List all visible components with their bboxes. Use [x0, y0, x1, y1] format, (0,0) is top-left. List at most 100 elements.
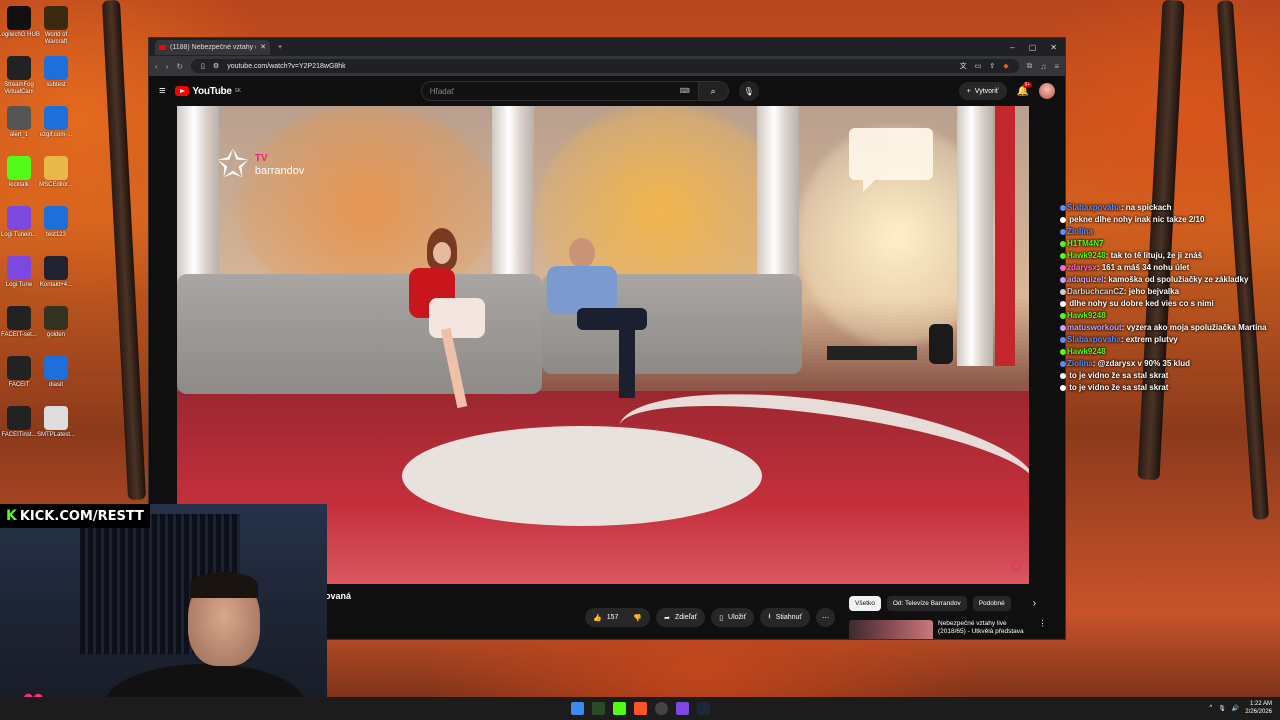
search-button[interactable]: ⌕ — [698, 81, 729, 101]
url-field[interactable]: ▯ ⚙ youtube.com/watch?v=Y2P218wG8hk 文 ▭ … — [191, 59, 1019, 73]
chip-channel[interactable]: Od: Televíze Barrandov — [886, 596, 967, 611]
app-icon — [44, 206, 68, 230]
hamburger-menu-icon[interactable]: ≡ — [159, 85, 165, 97]
youtube-logo[interactable]: YouTube SK — [175, 86, 241, 97]
desktop-icon[interactable]: subtest — [33, 56, 79, 89]
app-taskbar-icon[interactable] — [675, 702, 689, 715]
video-thumbnail[interactable] — [849, 620, 933, 639]
chat-username[interactable]: Hawk9248 — [1067, 347, 1106, 356]
desktop-icon-label: Kontakt+4... — [39, 282, 73, 288]
mic-tray-icon[interactable]: 🎙 — [1218, 705, 1226, 712]
obs-icon[interactable] — [654, 702, 668, 715]
clock[interactable]: 1:22 AM 2/26/2026 — [1245, 700, 1272, 716]
brave-shield-icon[interactable]: ◆ — [1003, 62, 1008, 70]
share-icon[interactable]: ⇪ — [989, 62, 995, 70]
desktop-icon[interactable]: diasit — [33, 356, 79, 389]
chat-username[interactable]: Hawk9248 — [1067, 311, 1106, 320]
browser-tab[interactable]: (1188) Nebezpečné vztahy (2... ✕ — [155, 39, 270, 55]
desktop-icon[interactable]: golden — [33, 306, 79, 339]
avatar[interactable] — [1039, 83, 1055, 99]
desktop-icon-label: ezgif.com-... — [39, 132, 73, 138]
start-windows-icon[interactable] — [570, 702, 584, 715]
mic-icon: 🎙 — [743, 86, 754, 96]
menu-icon[interactable]: ≡ — [1054, 62, 1059, 71]
chat-username[interactable]: H1TM4N7 — [1067, 239, 1103, 248]
badge-icon — [1060, 360, 1066, 367]
kick-taskbar-icon[interactable] — [612, 702, 626, 715]
chat-text: vyzera ako moja spolužiačka Martina — [1126, 323, 1267, 332]
thumbs-down-icon[interactable]: 👎 — [633, 614, 642, 622]
chip-related[interactable]: Podobné — [972, 596, 1011, 611]
recommended-video[interactable]: Nebezpečné vztahy live (2018/65) - Utkvě… — [849, 620, 1047, 639]
chat-username[interactable]: zdarysx — [1067, 263, 1097, 272]
related-chips: Všetko Od: Televíze Barrandov Podobné › — [849, 596, 1036, 611]
desktop-icon-label: World of Warcraft — [44, 32, 68, 45]
notifications-button[interactable]: 🔔 9+ — [1017, 81, 1033, 97]
badge-icon — [1060, 384, 1066, 391]
chat-username[interactable]: Slabaxpovaha — [1067, 203, 1121, 212]
chat-username[interactable]: DarbuchcanCZ — [1067, 287, 1124, 296]
download-button[interactable]: ⭳ Stiahnuť — [760, 608, 811, 627]
back-icon[interactable]: ‹ — [155, 62, 158, 71]
bookmark-icon[interactable]: ▯ — [201, 62, 205, 70]
forward-icon[interactable]: › — [166, 62, 169, 71]
xbox-icon[interactable] — [591, 702, 605, 715]
desktop-icon[interactable]: Kontakt+4... — [33, 256, 79, 289]
search-input[interactable]: Hľadať ⌨ — [420, 81, 699, 101]
desktop-icon[interactable]: test123 — [33, 206, 79, 239]
chat-username[interactable]: matusworkout — [1067, 323, 1122, 332]
voice-search-button[interactable]: 🎙 — [738, 81, 759, 101]
chip-all[interactable]: Všetko — [849, 596, 881, 611]
media-icon[interactable]: ♫ — [1040, 62, 1046, 71]
desktop-icon[interactable]: MSCEditor... — [33, 156, 79, 189]
chat-text: to je vidno že sa stal skrat — [1069, 383, 1169, 392]
minimize-button[interactable]: – — [1010, 43, 1014, 52]
logi-tune-icon — [7, 256, 31, 280]
reload-icon[interactable]: ↻ — [176, 62, 183, 71]
chat-username[interactable]: adaquizel — [1067, 275, 1103, 284]
faceit-icon — [7, 406, 31, 430]
desktop-icon-label: test123 — [46, 232, 66, 238]
chevron-right-icon[interactable]: › — [1033, 598, 1036, 609]
download-icon: ⭳ — [768, 613, 771, 620]
steam-icon[interactable] — [696, 702, 710, 715]
video-title: ovaná — [325, 591, 352, 601]
kick-url: KICK.COM/RESTT — [19, 508, 144, 524]
chevron-up-icon[interactable]: ^ — [1209, 705, 1212, 711]
close-tab-icon[interactable]: ✕ — [260, 43, 266, 51]
logitech-icon — [7, 6, 31, 30]
brave-browser-icon[interactable] — [633, 702, 647, 715]
channel-logo: ✩ TV barrandov — [217, 146, 304, 184]
translate-icon[interactable]: 文 — [960, 61, 967, 71]
speaker — [929, 324, 953, 364]
like-button[interactable]: 👍 157 👎 — [585, 608, 651, 627]
desktop-icon[interactable]: World of Warcraft — [33, 6, 79, 46]
save-button[interactable]: ▯ Uložiť — [711, 608, 755, 627]
chat-username[interactable]: Ziolina — [1067, 227, 1093, 236]
create-button[interactable]: + Vytvoriť — [958, 82, 1007, 100]
chat-username[interactable]: Hawk9248 — [1067, 251, 1106, 260]
more-vert-icon[interactable]: ⋮ — [1039, 620, 1047, 639]
tv-star-watermark-icon: ✩ — [1009, 558, 1023, 575]
chat-message: Slabaxpovaha: extrem plutvy — [1060, 334, 1270, 346]
cast-icon[interactable]: ▭ — [975, 62, 982, 70]
maximize-button[interactable]: ▢ — [1029, 43, 1037, 52]
share-button[interactable]: ➦ Zdieľať — [656, 608, 706, 627]
search-placeholder: Hľadať — [429, 86, 455, 96]
extensions-icon[interactable]: ⧉ — [1027, 61, 1033, 71]
site-info-icon[interactable]: ⚙ — [213, 62, 219, 70]
more-actions-button[interactable]: ⋯ — [816, 608, 836, 627]
chat-username[interactable]: Ziolina — [1067, 359, 1093, 368]
chat-message: adaquizel: kamoška od spolužiačky ze zák… — [1060, 274, 1270, 286]
new-tab-icon[interactable]: + — [278, 44, 282, 51]
keyboard-icon[interactable]: ⌨ — [680, 87, 690, 95]
chat-username[interactable]: Slabaxpovaha — [1067, 335, 1121, 344]
volume-icon[interactable]: 🔊 — [1232, 705, 1239, 712]
kick-label: K KICK.COM/RESTT — [0, 504, 150, 528]
floor-circle — [402, 426, 762, 526]
desktop-icon[interactable]: SMTPLatest... — [33, 406, 79, 439]
desktop-icon[interactable]: ezgif.com-... — [33, 106, 79, 139]
file-icon — [7, 106, 31, 130]
close-window-button[interactable]: ✕ — [1050, 43, 1057, 52]
chat-text: na spickach — [1125, 203, 1172, 212]
